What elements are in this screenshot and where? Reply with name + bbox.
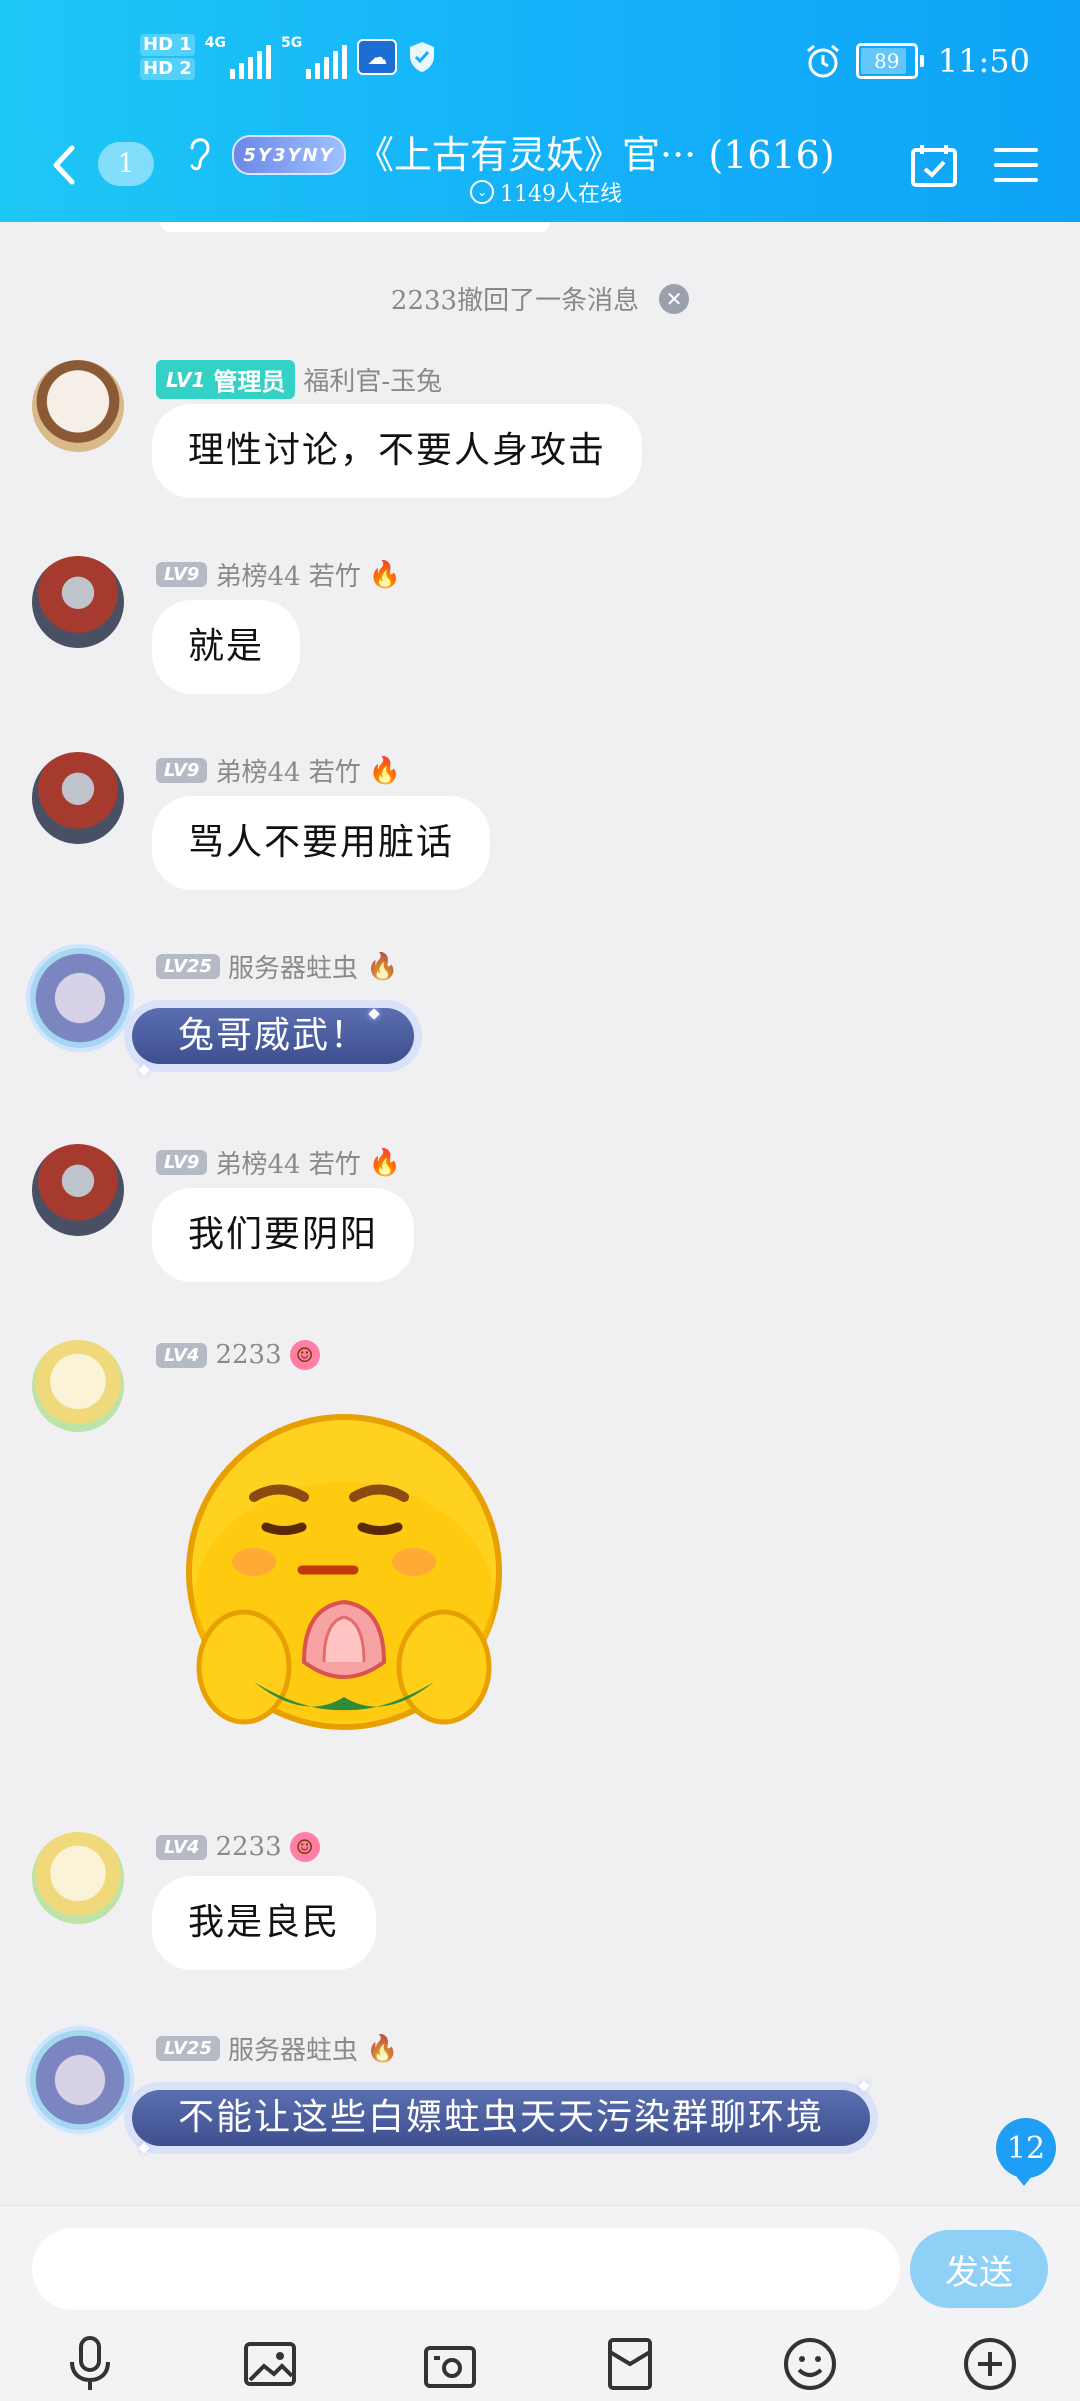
flame-icon: 🔥 <box>366 2033 399 2064</box>
message-bubble[interactable]: 骂人不要用脏话 <box>152 796 491 890</box>
recall-notice-text: 2233撤回了一条消息 <box>390 286 640 316</box>
avatar[interactable] <box>32 1340 124 1432</box>
status-right: 89 11:50 <box>804 42 1030 80</box>
close-icon[interactable]: ✕ <box>659 283 690 314</box>
avatar[interactable] <box>30 948 130 1048</box>
red-packet-icon[interactable] <box>600 2334 660 2394</box>
input-bar: 发送 <box>0 2205 1080 2401</box>
unread-count-pill[interactable]: 1 <box>98 142 154 186</box>
battery-level: 89 <box>874 49 900 73</box>
message-bubble[interactable]: 我是良民 <box>152 1876 377 1970</box>
send-button[interactable]: 发送 <box>910 2230 1048 2308</box>
message-bubble[interactable]: 我们要阴阳 <box>152 1188 415 1282</box>
avatar[interactable] <box>32 1144 124 1236</box>
level-badge: LV1 <box>166 367 206 392</box>
sender-name[interactable]: 弟榜44 若竹 <box>215 556 360 593</box>
level-badge: LV25 <box>156 2036 220 2061</box>
level-badge: LV9 <box>156 758 208 783</box>
hd2-badge: HD 2 <box>140 58 195 80</box>
weather-icon: ☁ <box>357 39 398 75</box>
back-button[interactable] <box>44 140 84 190</box>
recall-notice: 2233撤回了一条消息 ✕ <box>0 280 1080 317</box>
sender-name[interactable]: 2233 <box>215 1832 281 1862</box>
level-badge: LV9 <box>156 1150 208 1175</box>
previous-bubble-fragment <box>160 222 550 232</box>
flame-icon: 🔥 <box>368 755 402 786</box>
avatar[interactable] <box>32 360 124 452</box>
smiley-badge-icon: ☺ <box>289 1340 320 1370</box>
group-logo: 5Y3YNY <box>232 135 346 175</box>
hd1-badge: HD 1 <box>140 34 195 56</box>
status-left: HD 1 HD 2 4G 5G ☁ <box>140 34 437 80</box>
menu-icon[interactable] <box>994 146 1038 184</box>
image-icon[interactable] <box>240 2334 300 2394</box>
alarm-icon <box>806 44 839 78</box>
online-count-text: 1149人在线 <box>500 182 622 207</box>
online-count[interactable]: ⌄ 1149人在线 <box>470 176 622 208</box>
level-badge: LV25 <box>156 954 220 979</box>
network-type-2: 5G <box>281 35 303 51</box>
message-bubble-special[interactable]: 不能让这些白嫖蛀虫天天污染群聊环境 <box>132 2090 871 2146</box>
sender-name[interactable]: 福利官-玉兔 <box>303 361 442 398</box>
clock: 11:50 <box>937 42 1030 80</box>
chevron-down-icon: ⌄ <box>470 180 494 204</box>
signal-icon-2: 5G <box>281 35 348 79</box>
level-badge: LV4 <box>156 1834 208 1860</box>
avatar[interactable] <box>32 1832 124 1924</box>
emoji-icon[interactable] <box>780 2334 840 2394</box>
signal-icon: 4G <box>204 35 272 79</box>
admin-label: 管理员 <box>213 368 286 396</box>
group-title[interactable]: 《上古有灵妖》官··· (1616) <box>356 124 835 179</box>
level-badge: LV4 <box>156 1342 208 1368</box>
admin-badge: LV1 管理员 <box>156 360 296 399</box>
sender-name[interactable]: 服务器蛀虫 <box>228 948 358 985</box>
avatar[interactable] <box>32 556 124 648</box>
message-bubble[interactable]: 就是 <box>152 600 301 694</box>
sender-name[interactable]: 服务器蛀虫 <box>228 2030 358 2067</box>
new-messages-badge[interactable]: 12 <box>996 2118 1056 2186</box>
flame-icon: 🔥 <box>368 559 402 590</box>
input-toolbar <box>0 2334 1080 2394</box>
sender-name[interactable]: 弟榜44 若竹 <box>215 1144 360 1181</box>
flame-icon: 🔥 <box>366 951 399 982</box>
smiley-badge-icon: ☺ <box>289 1832 320 1862</box>
camera-icon[interactable] <box>420 2334 480 2394</box>
ear-icon[interactable] <box>184 130 214 174</box>
sender-name[interactable]: 弟榜44 若竹 <box>215 752 360 789</box>
praying-emoji-sticker[interactable] <box>184 1412 504 1752</box>
message-input[interactable] <box>32 2228 900 2310</box>
avatar[interactable] <box>32 752 124 844</box>
sender-name[interactable]: 2233 <box>215 1340 281 1370</box>
chat-header: HD 1 HD 2 4G 5G ☁ 89 11:50 1 5Y3YNY 《上古有… <box>0 0 1080 222</box>
level-badge: LV9 <box>156 562 208 587</box>
battery-icon: 89 <box>855 43 924 79</box>
network-type-1: 4G <box>204 35 227 51</box>
avatar[interactable] <box>30 2030 130 2130</box>
plus-icon[interactable] <box>960 2334 1020 2394</box>
microphone-icon[interactable] <box>60 2334 120 2394</box>
shield-check-icon <box>410 42 435 72</box>
calendar-check-icon[interactable] <box>910 142 958 188</box>
message-bubble[interactable]: 理性讨论，不要人身攻击 <box>152 404 643 498</box>
flame-icon: 🔥 <box>368 1147 402 1178</box>
